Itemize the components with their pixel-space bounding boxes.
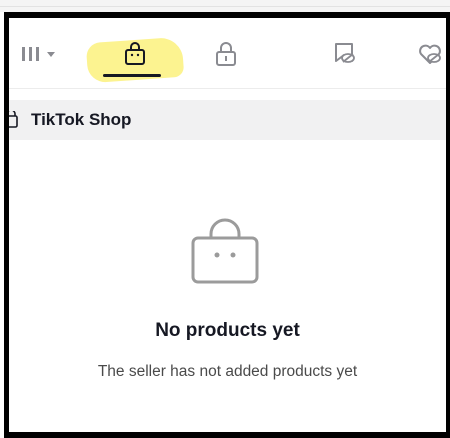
tab-hidden[interactable] (326, 40, 362, 68)
profile-panel: TikTok Shop No products yet The seller h… (4, 12, 450, 438)
profile-tab-bar (9, 18, 446, 89)
hidden-icon (335, 43, 355, 63)
background-divider (0, 6, 450, 7)
shop-section-header: TikTok Shop (9, 100, 446, 140)
section-title: TikTok Shop (31, 110, 132, 129)
empty-state-subtitle: The seller has not added products yet (97, 363, 358, 380)
active-tab-indicator (103, 74, 161, 77)
tab-liked[interactable] (412, 40, 446, 68)
tab-shop[interactable] (95, 40, 175, 68)
lock-icon (216, 42, 236, 66)
liked-icon (419, 44, 441, 64)
empty-state-title: No products yet (155, 320, 300, 341)
shopping-bag-icon (191, 218, 259, 284)
shopping-bag-icon (125, 42, 145, 65)
shopping-bag-icon (9, 111, 21, 129)
grid-icon (22, 47, 55, 61)
tab-private[interactable] (208, 40, 244, 68)
tab-videos[interactable] (15, 40, 65, 68)
